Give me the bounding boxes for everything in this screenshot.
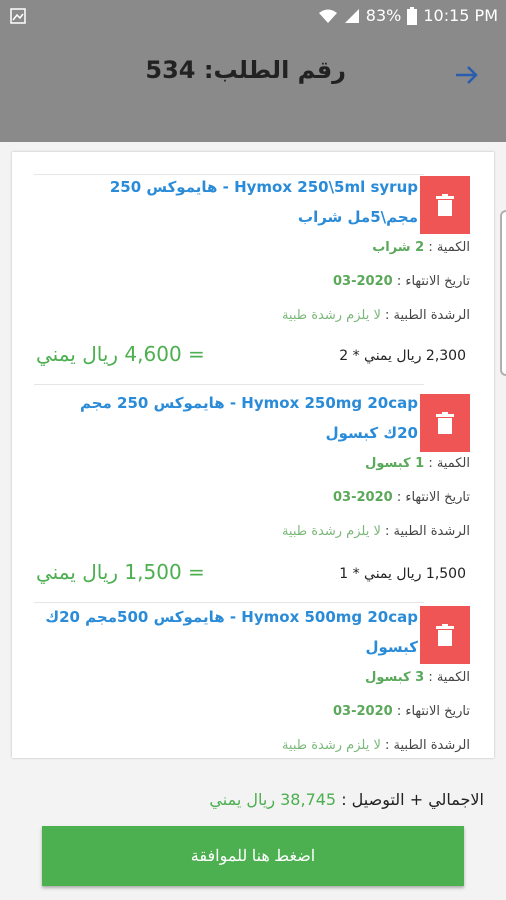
expiry-label: تاريخ الانتهاء : — [396, 490, 470, 505]
image-notification-icon — [10, 8, 26, 24]
expiry-label: تاريخ الانتهاء : — [396, 274, 470, 289]
item-name-line2[interactable]: 20ك كبسول — [32, 424, 418, 442]
prescription-label: الرشدة الطبية : — [385, 308, 470, 323]
expiry-value: 2020-03 — [333, 490, 393, 505]
quantity-label: الكمية : — [428, 240, 470, 255]
unit-price: 1,500 ريال يمني * 1 — [339, 566, 466, 582]
app-bar: رقم الطلب: 534 — [0, 34, 506, 142]
quantity-value: 3 كبسول — [365, 670, 425, 685]
trash-icon — [436, 194, 454, 216]
item-name-line2[interactable]: مجم\5مل شراب — [32, 208, 418, 226]
quantity-value: 1 كبسول — [365, 456, 425, 471]
grand-total-amount: 38,745 ريال يمني — [209, 790, 337, 809]
divider — [34, 174, 424, 175]
prescription-value: لا يلزم رشدة طبية — [281, 308, 381, 323]
expiry-label: تاريخ الانتهاء : — [396, 704, 470, 719]
delete-button[interactable] — [420, 606, 470, 664]
item-name-line1[interactable]: Hymox 250\5ml syrup - هايموكس 250 — [32, 178, 418, 196]
quantity-label: الكمية : — [428, 456, 470, 471]
expiry-value: 2020-03 — [333, 704, 393, 719]
delete-button[interactable] — [420, 394, 470, 452]
unit-price: 2,300 ريال يمني * 2 — [339, 348, 466, 364]
item-total: = 1,500 ريال يمني — [36, 560, 205, 584]
item-name-line1[interactable]: Hymox 250mg 20cap - هايموكس 250 مجم — [32, 394, 418, 412]
price-row: = 4,600 ريال يمني 2,300 ريال يمني * 2 — [36, 342, 466, 372]
trash-icon — [436, 624, 454, 646]
expiry-row: تاريخ الانتهاء : 2020-03 — [333, 274, 470, 289]
divider — [34, 384, 424, 385]
prescription-value: لا يلزم رشدة طبية — [281, 524, 381, 539]
prescription-row: الرشدة الطبية : لا يلزم رشدة طبية — [282, 524, 470, 539]
order-items-card: Hymox 250\5ml syrup - هايموكس 250 مجم\5م… — [12, 152, 494, 758]
quantity-value: 2 شراب — [372, 240, 425, 255]
grand-total-label: الاجمالي + التوصيل : — [341, 790, 484, 809]
prescription-value: لا يلزم رشدة طبية — [281, 738, 381, 753]
wifi-icon — [318, 9, 337, 23]
signal-icon — [344, 8, 359, 23]
status-bar: 83% 10:15 PM — [0, 0, 506, 34]
expiry-row: تاريخ الانتهاء : 2020-03 — [333, 704, 470, 719]
scroll-handle[interactable] — [500, 210, 506, 376]
prescription-row: الرشدة الطبية : لا يلزم رشدة طبية — [282, 308, 470, 323]
confirm-order-button[interactable]: اضغط هنا للموافقة — [42, 826, 464, 886]
expiry-row: تاريخ الانتهاء : 2020-03 — [333, 490, 470, 505]
page-title: رقم الطلب: 534 — [145, 56, 346, 84]
grand-total: الاجمالي + التوصيل : 38,745 ريال يمني — [209, 790, 484, 809]
battery-icon — [407, 6, 418, 25]
quantity-row: الكمية : 1 كبسول — [365, 456, 470, 471]
quantity-row: الكمية : 2 شراب — [372, 240, 470, 255]
delete-button[interactable] — [420, 176, 470, 234]
price-row: = 1,500 ريال يمني 1,500 ريال يمني * 1 — [36, 560, 466, 590]
item-name-line2[interactable]: كبسول — [32, 638, 418, 656]
back-arrow-icon[interactable] — [452, 60, 482, 90]
prescription-label: الرشدة الطبية : — [385, 524, 470, 539]
quantity-row: الكمية : 3 كبسول — [365, 670, 470, 685]
divider — [34, 602, 424, 603]
quantity-label: الكمية : — [428, 670, 470, 685]
expiry-value: 2020-03 — [333, 274, 393, 289]
clock: 10:15 PM — [423, 6, 498, 25]
item-name-line1[interactable]: Hymox 500mg 20cap - هايموكس 500مجم 20ك — [32, 608, 418, 626]
battery-percent: 83% — [365, 6, 402, 25]
item-total: = 4,600 ريال يمني — [36, 342, 205, 366]
prescription-row: الرشدة الطبية : لا يلزم رشدة طبية — [282, 738, 470, 753]
prescription-label: الرشدة الطبية : — [385, 738, 470, 753]
trash-icon — [436, 412, 454, 434]
